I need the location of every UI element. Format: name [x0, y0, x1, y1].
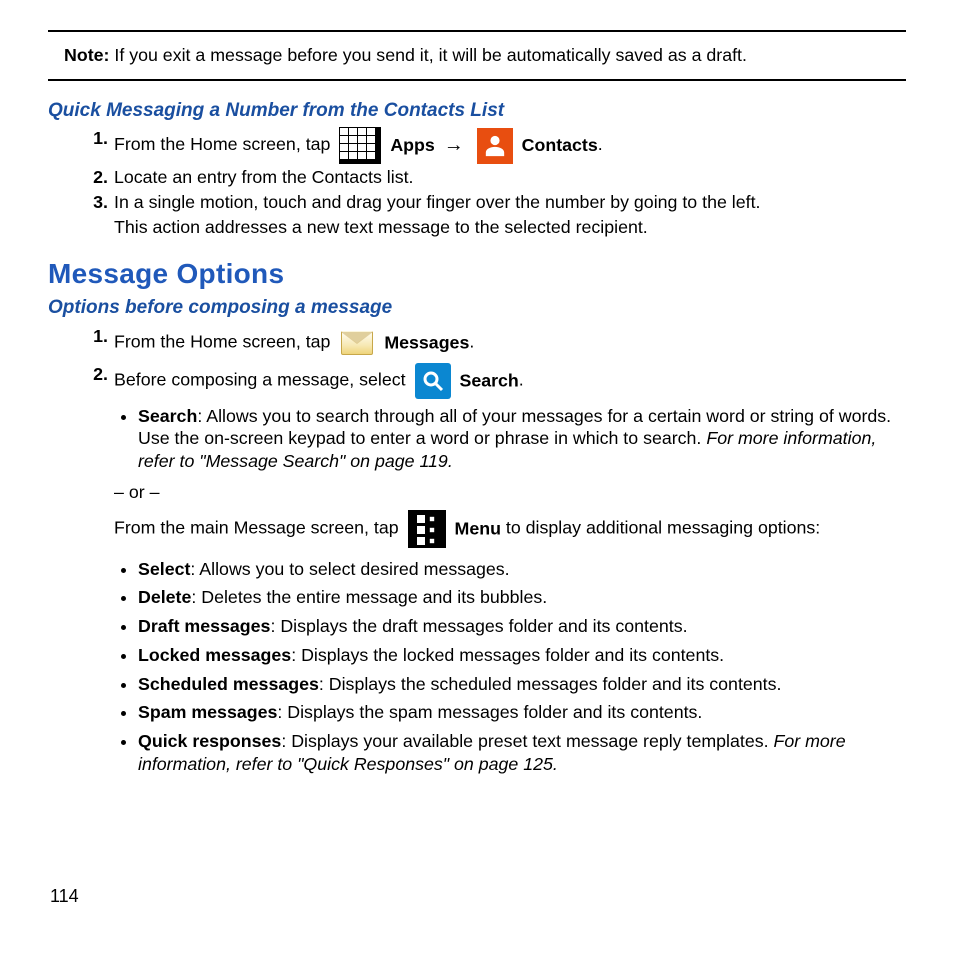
- search-bullet-list: Search: Allows you to search through all…: [138, 405, 906, 473]
- step-1: 1. From the Home screen, tap Apps → Cont…: [82, 127, 906, 164]
- menu-instruction: From the main Message screen, tap Menu t…: [114, 510, 906, 548]
- menu-options-list: Select: Allows you to select desired mes…: [138, 558, 906, 776]
- menu-item-quick-responses: Quick responses: Displays your available…: [138, 730, 906, 776]
- note-box: Note: If you exit a message before you s…: [48, 30, 906, 81]
- step-3: 3. In a single motion, touch and drag yo…: [82, 191, 906, 239]
- search-icon: [415, 363, 451, 399]
- search-bullet-label: Search: [138, 406, 197, 426]
- heading-message-options: Message Options: [48, 256, 906, 292]
- menu-icon: [408, 510, 446, 548]
- messages-label: Messages: [384, 332, 469, 352]
- note-text: If you exit a message before you send it…: [109, 45, 747, 65]
- step3-line2: This action addresses a new text message…: [114, 216, 906, 239]
- step-number: 3.: [82, 191, 108, 214]
- step-number: 1.: [82, 325, 108, 348]
- step-number: 2.: [82, 166, 108, 189]
- step2-pre: Before composing a message, select: [114, 369, 411, 389]
- steps-before-composing: 1. From the Home screen, tap Messages. 2…: [82, 325, 906, 782]
- menu-label: Menu: [455, 518, 501, 538]
- menu-item-delete: Delete: Deletes the entire message and i…: [138, 586, 906, 609]
- arrow-icon: →: [444, 134, 464, 156]
- menu-post: to display additional messaging options:: [501, 517, 820, 537]
- period: .: [519, 369, 524, 389]
- section-heading-quick-messaging: Quick Messaging a Number from the Contac…: [48, 99, 906, 123]
- period: .: [469, 331, 474, 351]
- period: .: [598, 134, 603, 154]
- contacts-label: Contacts: [522, 135, 598, 155]
- menu-item-locked: Locked messages: Displays the locked mes…: [138, 644, 906, 667]
- menu-pre: From the main Message screen, tap: [114, 517, 404, 537]
- step3-line1: In a single motion, touch and drag your …: [114, 192, 760, 212]
- step-number: 2.: [82, 363, 108, 386]
- menu-item-spam: Spam messages: Displays the spam message…: [138, 701, 906, 724]
- step-2: 2. Locate an entry from the Contacts lis…: [82, 166, 906, 189]
- messages-icon: [339, 325, 375, 361]
- manual-page: Note: If you exit a message before you s…: [0, 0, 954, 954]
- step-number: 1.: [82, 127, 108, 150]
- contacts-icon: [477, 128, 513, 164]
- step1-pre: From the Home screen, tap: [114, 134, 335, 154]
- steps-quick-messaging: 1. From the Home screen, tap Apps → Cont…: [82, 127, 906, 238]
- menu-item-scheduled: Scheduled messages: Displays the schedul…: [138, 673, 906, 696]
- menu-item-draft: Draft messages: Displays the draft messa…: [138, 615, 906, 638]
- step-2: 2. Before composing a message, select Se…: [82, 363, 906, 782]
- search-label: Search: [459, 370, 518, 390]
- or-text: – or –: [114, 481, 906, 504]
- page-number: 114: [50, 885, 79, 908]
- apps-label: Apps: [390, 135, 439, 155]
- step1-pre: From the Home screen, tap: [114, 331, 335, 351]
- bullet-search: Search: Allows you to search through all…: [138, 405, 906, 473]
- note-label: Note:: [64, 45, 109, 65]
- apps-icon: [339, 127, 381, 164]
- step2-text: Locate an entry from the Contacts list.: [114, 166, 906, 189]
- menu-item-select: Select: Allows you to select desired mes…: [138, 558, 906, 581]
- step-1: 1. From the Home screen, tap Messages.: [82, 325, 906, 361]
- section-heading-before-composing: Options before composing a message: [48, 296, 906, 320]
